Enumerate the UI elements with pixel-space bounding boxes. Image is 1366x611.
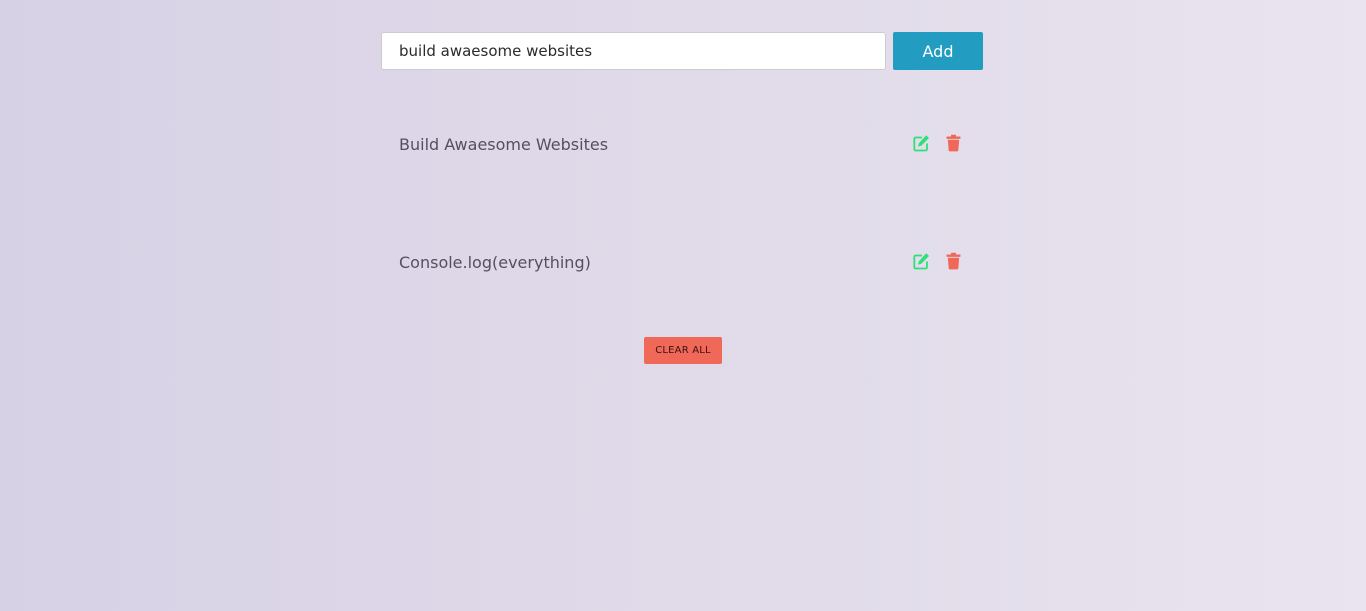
- add-task-form: Add: [381, 32, 983, 70]
- trash-icon[interactable]: [945, 252, 962, 270]
- clear-all-container: CLEAR ALL: [0, 337, 1366, 364]
- add-button[interactable]: Add: [893, 32, 983, 70]
- task-input[interactable]: [381, 32, 886, 70]
- edit-icon[interactable]: [913, 252, 930, 270]
- clear-all-button[interactable]: CLEAR ALL: [644, 337, 722, 364]
- task-list: Build Awaesome Websites Console.log(ever…: [381, 118, 983, 354]
- edit-icon[interactable]: [913, 134, 930, 152]
- task-actions: [913, 252, 962, 270]
- list-item: Build Awaesome Websites: [381, 118, 983, 236]
- task-text: Build Awaesome Websites: [399, 135, 609, 154]
- task-text: Console.log(everything): [399, 253, 591, 272]
- trash-icon[interactable]: [945, 134, 962, 152]
- task-actions: [913, 134, 962, 152]
